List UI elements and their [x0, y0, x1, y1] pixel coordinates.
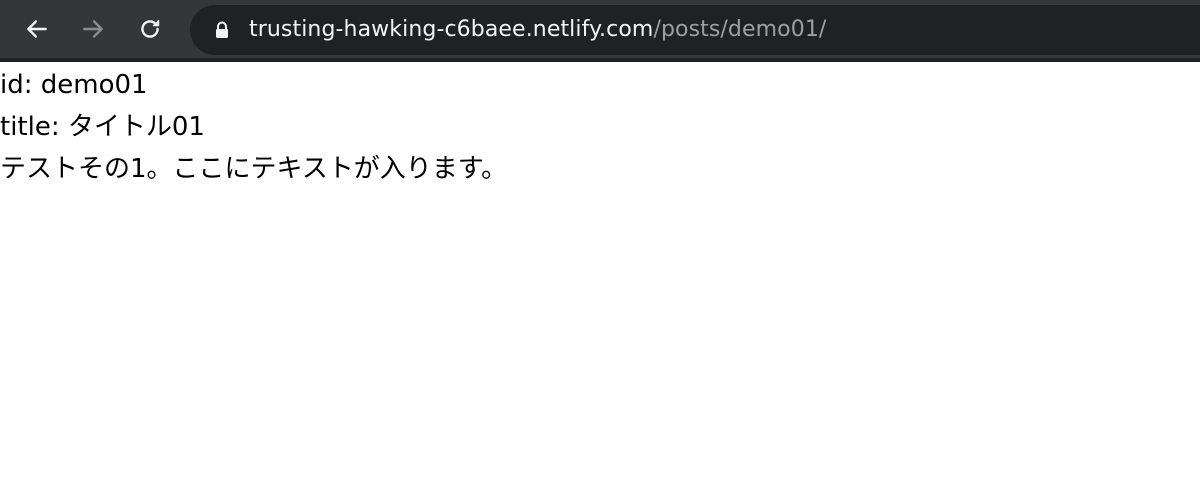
arrow-right-icon — [83, 20, 103, 38]
id-line: id: demo01 — [0, 70, 148, 100]
back-button[interactable] — [20, 12, 54, 46]
lock-icon — [216, 21, 228, 38]
address-bar[interactable]: trusting-hawking-c6baee.netlify.com/post… — [190, 5, 1200, 55]
reload-button[interactable] — [133, 12, 167, 46]
browser-toolbar: trusting-hawking-c6baee.netlify.com/post… — [0, 0, 1200, 62]
page-content: id: demo01 title: タイトル01 テストその1。ここにテキストが… — [0, 62, 1200, 484]
arrow-left-icon — [27, 20, 47, 38]
body-text: テストその1。ここにテキストが入ります。 — [0, 154, 508, 184]
title-line: title: タイトル01 — [0, 112, 205, 142]
url-path: /posts/demo01/ — [653, 17, 827, 42]
forward-button[interactable] — [76, 12, 110, 46]
url-text[interactable]: trusting-hawking-c6baee.netlify.com/post… — [249, 5, 826, 55]
reload-icon — [141, 19, 160, 38]
url-host: trusting-hawking-c6baee.netlify.com — [249, 17, 654, 42]
